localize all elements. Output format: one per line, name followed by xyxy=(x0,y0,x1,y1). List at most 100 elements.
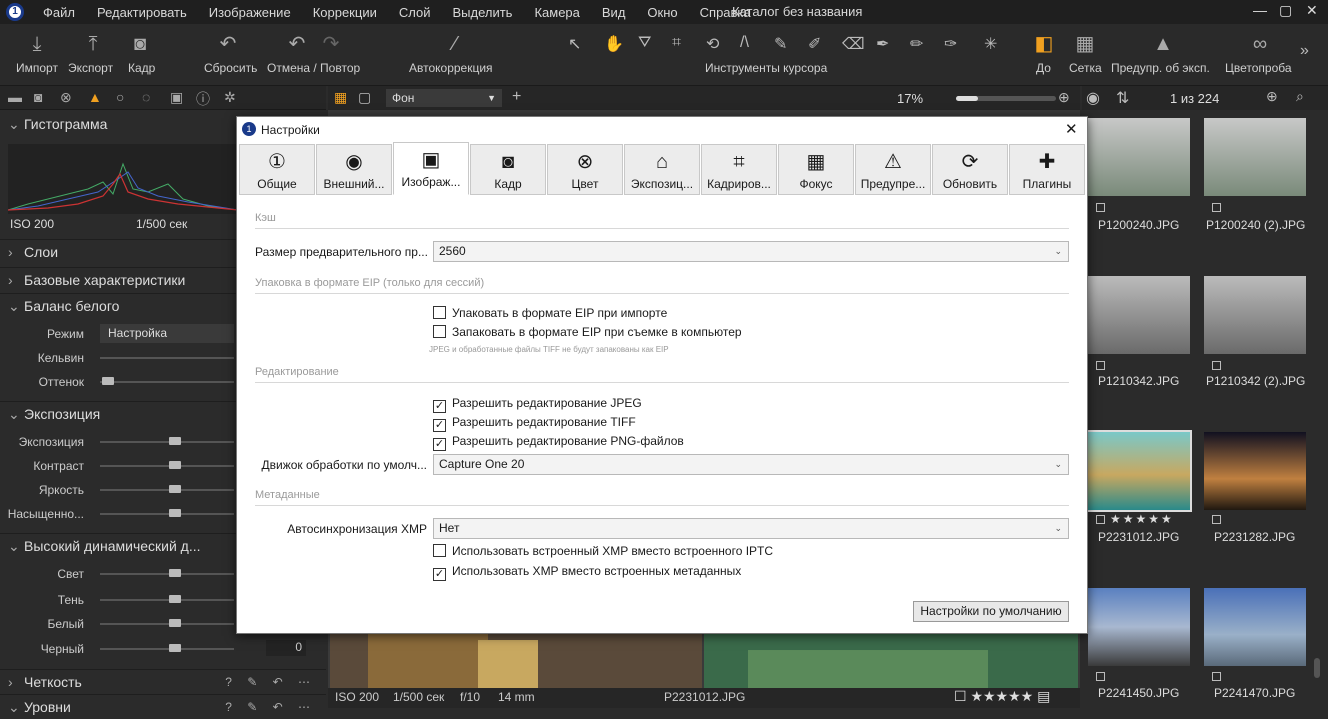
minimize-icon[interactable]: — xyxy=(1253,2,1267,18)
thumbnail-checkbox[interactable] xyxy=(1096,361,1105,370)
edit-tiff-checkbox[interactable]: ✓ Разрешить редактирование TIFF xyxy=(433,415,636,432)
saturation-slider[interactable] xyxy=(100,513,234,515)
heal-tool-icon[interactable]: ✐ xyxy=(808,34,821,54)
info-rating[interactable]: ☐ ★★★★★ ▤ xyxy=(954,688,1050,705)
export-button[interactable]: ⤒ xyxy=(70,32,116,56)
autocorrect-button[interactable]: ⁄ xyxy=(440,32,470,56)
light-slider-knob[interactable] xyxy=(169,569,181,577)
add-icon[interactable]: + xyxy=(512,88,521,106)
xmp-sync-select[interactable]: Нет ⌄ xyxy=(433,518,1069,539)
color-tab-icon[interactable]: ⊗ xyxy=(60,89,72,106)
brightness-slider[interactable] xyxy=(100,489,234,491)
thumbnail[interactable] xyxy=(1204,588,1306,666)
exposure-slider-knob[interactable] xyxy=(169,437,181,445)
sort-icon[interactable]: ⇅ xyxy=(1116,88,1129,108)
undo-button[interactable]: ↶ xyxy=(282,32,312,56)
eip-capture-checkbox[interactable]: Запаковать в формате EIP при съемке в ко… xyxy=(433,325,742,339)
contrast-slider-knob[interactable] xyxy=(169,461,181,469)
menu-layer[interactable]: Слой xyxy=(388,5,442,20)
tab-plugins[interactable]: ✚ Плагины xyxy=(1009,144,1085,195)
section-actions[interactable]: ? ✎ ↶ ⋯ xyxy=(225,670,316,694)
tab-appearance[interactable]: ◉ Внешний... xyxy=(316,144,392,195)
thumbnail-checkbox[interactable] xyxy=(1096,672,1105,681)
color-proof-button[interactable]: ∞ xyxy=(1240,32,1280,56)
thumbnail-checkbox[interactable] xyxy=(1212,203,1221,212)
preview-size-select[interactable]: 2560 ⌄ xyxy=(433,241,1069,262)
defaults-button[interactable]: Настройки по умолчанию xyxy=(913,601,1069,622)
menu-adjustments[interactable]: Коррекции xyxy=(302,5,388,20)
xmp-embedded-checkbox[interactable]: Использовать встроенный XMP вместо встро… xyxy=(433,544,773,558)
lens-tab-icon[interactable]: ○ xyxy=(116,89,124,105)
thumbnail-checkbox[interactable] xyxy=(1212,515,1221,524)
contrast-slider[interactable] xyxy=(100,465,234,467)
thumbnail-checkbox[interactable] xyxy=(1096,203,1105,212)
annotate-tool-icon[interactable]: ✳ xyxy=(984,34,997,54)
gradient-tool-icon[interactable]: ✑ xyxy=(944,34,957,54)
thumbnail-checkbox[interactable] xyxy=(1212,672,1221,681)
thumbnail[interactable] xyxy=(1204,432,1306,510)
thumbnail[interactable] xyxy=(1204,276,1306,354)
thumbnail[interactable] xyxy=(1204,118,1306,196)
levels-section[interactable]: ⌄ Уровни ? ✎ ↶ ⋯ xyxy=(0,694,326,718)
maximize-icon[interactable]: ▢ xyxy=(1279,2,1292,19)
menu-window[interactable]: Окно xyxy=(636,5,688,20)
thumbnail-checkbox[interactable] xyxy=(1096,515,1105,524)
grid-button[interactable]: ▦ xyxy=(1070,32,1100,56)
reset-button[interactable]: ↶ xyxy=(208,32,248,56)
section-actions[interactable]: ? ✎ ↶ ⋯ xyxy=(225,695,316,719)
background-select[interactable]: Фон ▼ xyxy=(386,89,502,107)
black-slider[interactable] xyxy=(100,648,234,650)
details-tab-icon[interactable]: ◌ xyxy=(142,89,150,105)
multi-view-icon[interactable]: ▦ xyxy=(334,89,347,106)
tab-update[interactable]: ⟳ Обновить xyxy=(932,144,1008,195)
tab-exposure[interactable]: ⌂ Экспозиц... xyxy=(624,144,700,195)
camera-tab-icon[interactable]: ◙ xyxy=(34,89,42,105)
edit-jpeg-checkbox[interactable]: ✓ Разрешить редактирование JPEG xyxy=(433,396,642,413)
menu-select[interactable]: Выделить xyxy=(441,5,523,20)
shadow-slider-knob[interactable] xyxy=(169,595,181,603)
color-picker-icon[interactable]: ✒ xyxy=(876,34,889,54)
tab-warnings[interactable]: ⚠ Предупре... xyxy=(855,144,931,195)
spot-tool-icon[interactable]: ✎ xyxy=(774,34,787,54)
search-icon[interactable]: ⌕ xyxy=(1296,88,1304,105)
wb-mode-select[interactable]: Настройка xyxy=(100,324,234,343)
select-cursor-icon[interactable]: ↖ xyxy=(568,34,581,54)
crop-tool-icon[interactable]: ⌗ xyxy=(672,34,681,52)
zoom-slider[interactable] xyxy=(956,96,1056,101)
thumbnail-selected[interactable] xyxy=(1086,430,1192,512)
tab-focus[interactable]: ▦ Фокус xyxy=(778,144,854,195)
menu-edit[interactable]: Редактировать xyxy=(86,5,198,20)
exposure-warning-button[interactable]: ▲ xyxy=(1148,32,1178,56)
viewer-cursor-icon[interactable]: ⛛ xyxy=(638,34,651,52)
single-view-icon[interactable]: ▢ xyxy=(358,89,371,106)
eye-icon[interactable]: ◉ xyxy=(1086,88,1100,108)
tab-capture[interactable]: ◙ Кадр xyxy=(470,144,546,195)
tab-image[interactable]: ▣ Изображ... xyxy=(393,142,469,195)
tint-slider-knob[interactable] xyxy=(102,377,114,385)
engine-select[interactable]: Capture One 20 ⌄ xyxy=(433,454,1069,475)
xmp-over-metadata-checkbox[interactable]: ✓ Использовать XMP вместо встроенных мета… xyxy=(433,564,741,581)
thumbnail[interactable] xyxy=(1088,118,1190,196)
white-slider-knob[interactable] xyxy=(169,619,181,627)
shadow-slider[interactable] xyxy=(100,599,234,601)
adjust-tab-icon[interactable]: ▣ xyxy=(170,89,183,106)
more-tools-icon[interactable]: » xyxy=(1300,42,1309,60)
browser-scrollbar[interactable] xyxy=(1314,658,1320,678)
zoom-in-icon[interactable]: ⊕ xyxy=(1058,89,1070,106)
white-slider[interactable] xyxy=(100,623,234,625)
eip-import-checkbox[interactable]: Упаковать в формате EIP при импорте xyxy=(433,306,667,320)
rotate-tool-icon[interactable]: ⟲ xyxy=(706,34,719,54)
menu-view[interactable]: Вид xyxy=(591,5,637,20)
close-window-icon[interactable]: ✕ xyxy=(1306,2,1318,19)
exposure-tab-icon[interactable]: ▲ xyxy=(88,89,102,105)
black-value[interactable]: 0 xyxy=(266,640,306,656)
exposure-slider[interactable] xyxy=(100,441,234,443)
metadata-tab-icon[interactable]: ⓘ xyxy=(196,89,210,109)
light-slider[interactable] xyxy=(100,573,234,575)
black-slider-knob[interactable] xyxy=(169,644,181,652)
folder-tab-icon[interactable]: ▬ xyxy=(8,89,22,105)
menu-file[interactable]: Файл xyxy=(32,5,86,20)
edit-png-checkbox[interactable]: ✓ Разрешить редактирование PNG-файлов xyxy=(433,434,684,451)
capture-button[interactable]: ◙ xyxy=(120,32,160,56)
settings-tab-icon[interactable]: ✲ xyxy=(224,89,236,106)
